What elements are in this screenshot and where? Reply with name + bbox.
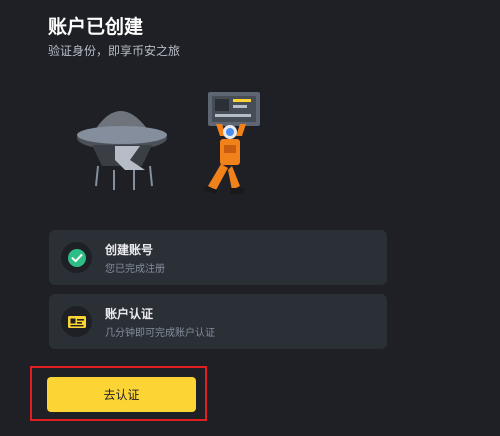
step-card-create-account: 创建账号 您已完成注册 xyxy=(49,230,387,285)
step-badge xyxy=(61,306,92,337)
step-description: 几分钟即可完成账户认证 xyxy=(105,328,215,339)
step-description: 您已完成注册 xyxy=(105,264,165,275)
check-circle-icon xyxy=(67,248,86,267)
step-label: 账户认证 xyxy=(105,307,154,321)
step-badge xyxy=(61,242,92,273)
ufo-astronaut-illustration xyxy=(77,92,260,194)
step-card-verify-account: 账户认证 几分钟即可完成账户认证 xyxy=(49,294,387,349)
page-subtitle: 验证身份，即享币安之旅 xyxy=(48,44,181,58)
verify-button[interactable]: 去认证 xyxy=(47,377,196,412)
step-label: 创建账号 xyxy=(105,243,154,257)
page-title: 账户已创建 xyxy=(48,16,144,38)
id-card-icon xyxy=(67,315,86,328)
